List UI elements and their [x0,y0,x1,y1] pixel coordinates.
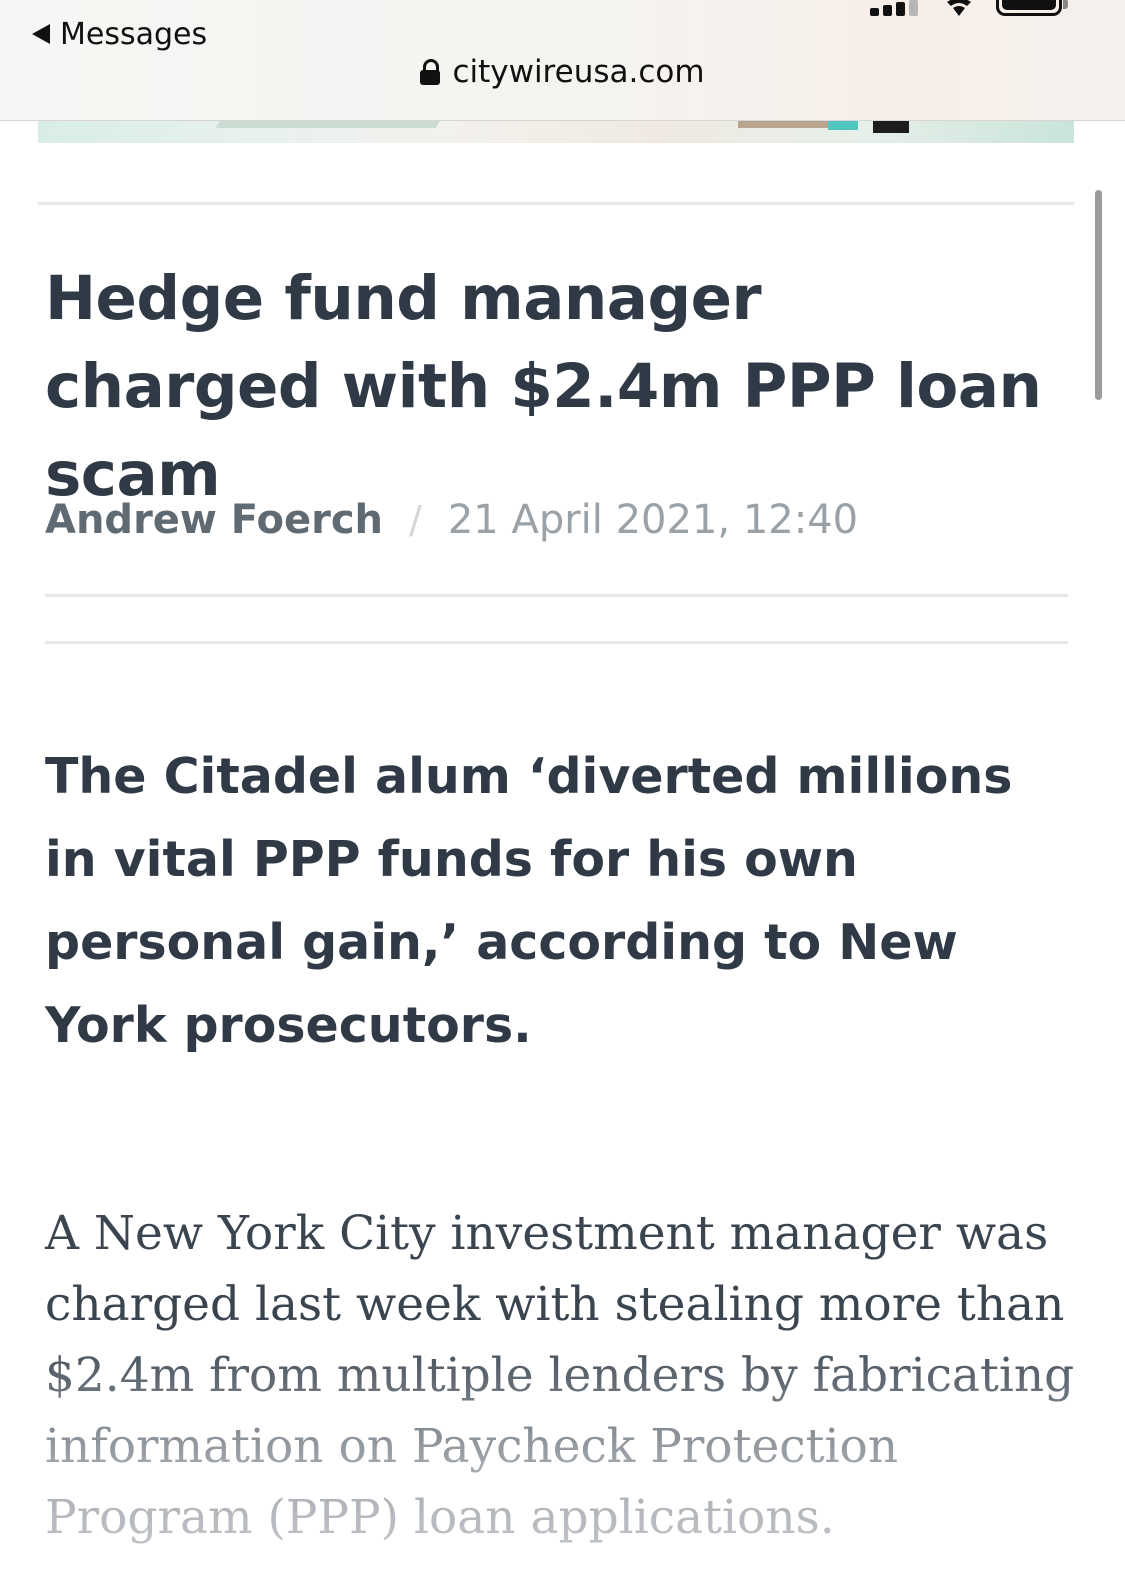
byline: Andrew Foerch / 21 April 2021, 12:40 [45,492,858,548]
wifi-icon [947,0,971,16]
back-label: Messages [60,16,208,52]
divider-standfirst-top [45,641,1068,644]
address-bar[interactable]: citywireusa.com [0,50,1125,94]
back-to-messages-button[interactable]: Messages [32,14,207,54]
article-standfirst: The Citadel alum ‘diverted millions in v… [45,748,1013,1054]
scrollbar-thumb[interactable] [1095,190,1102,400]
divider-top [38,202,1074,205]
cellular-signal-icon [870,0,926,16]
lock-icon [420,59,441,85]
battery-icon [996,0,1068,16]
url-text: citywireusa.com [452,54,705,90]
author-link[interactable]: Andrew Foerch [45,497,383,543]
byline-separator: / [409,498,422,542]
article-hero-image [38,120,1074,143]
article-headline: Hedge fund manager charged with $2.4m PP… [45,263,1042,510]
publish-timestamp: 21 April 2021, 12:40 [447,497,859,543]
article-body-paragraph: A New York City investment manager was c… [45,1206,1075,1545]
browser-top-bar: Messages citywireusa.com [0,0,1125,121]
back-triangle-icon [32,24,50,44]
divider-byline-bottom [45,594,1068,597]
